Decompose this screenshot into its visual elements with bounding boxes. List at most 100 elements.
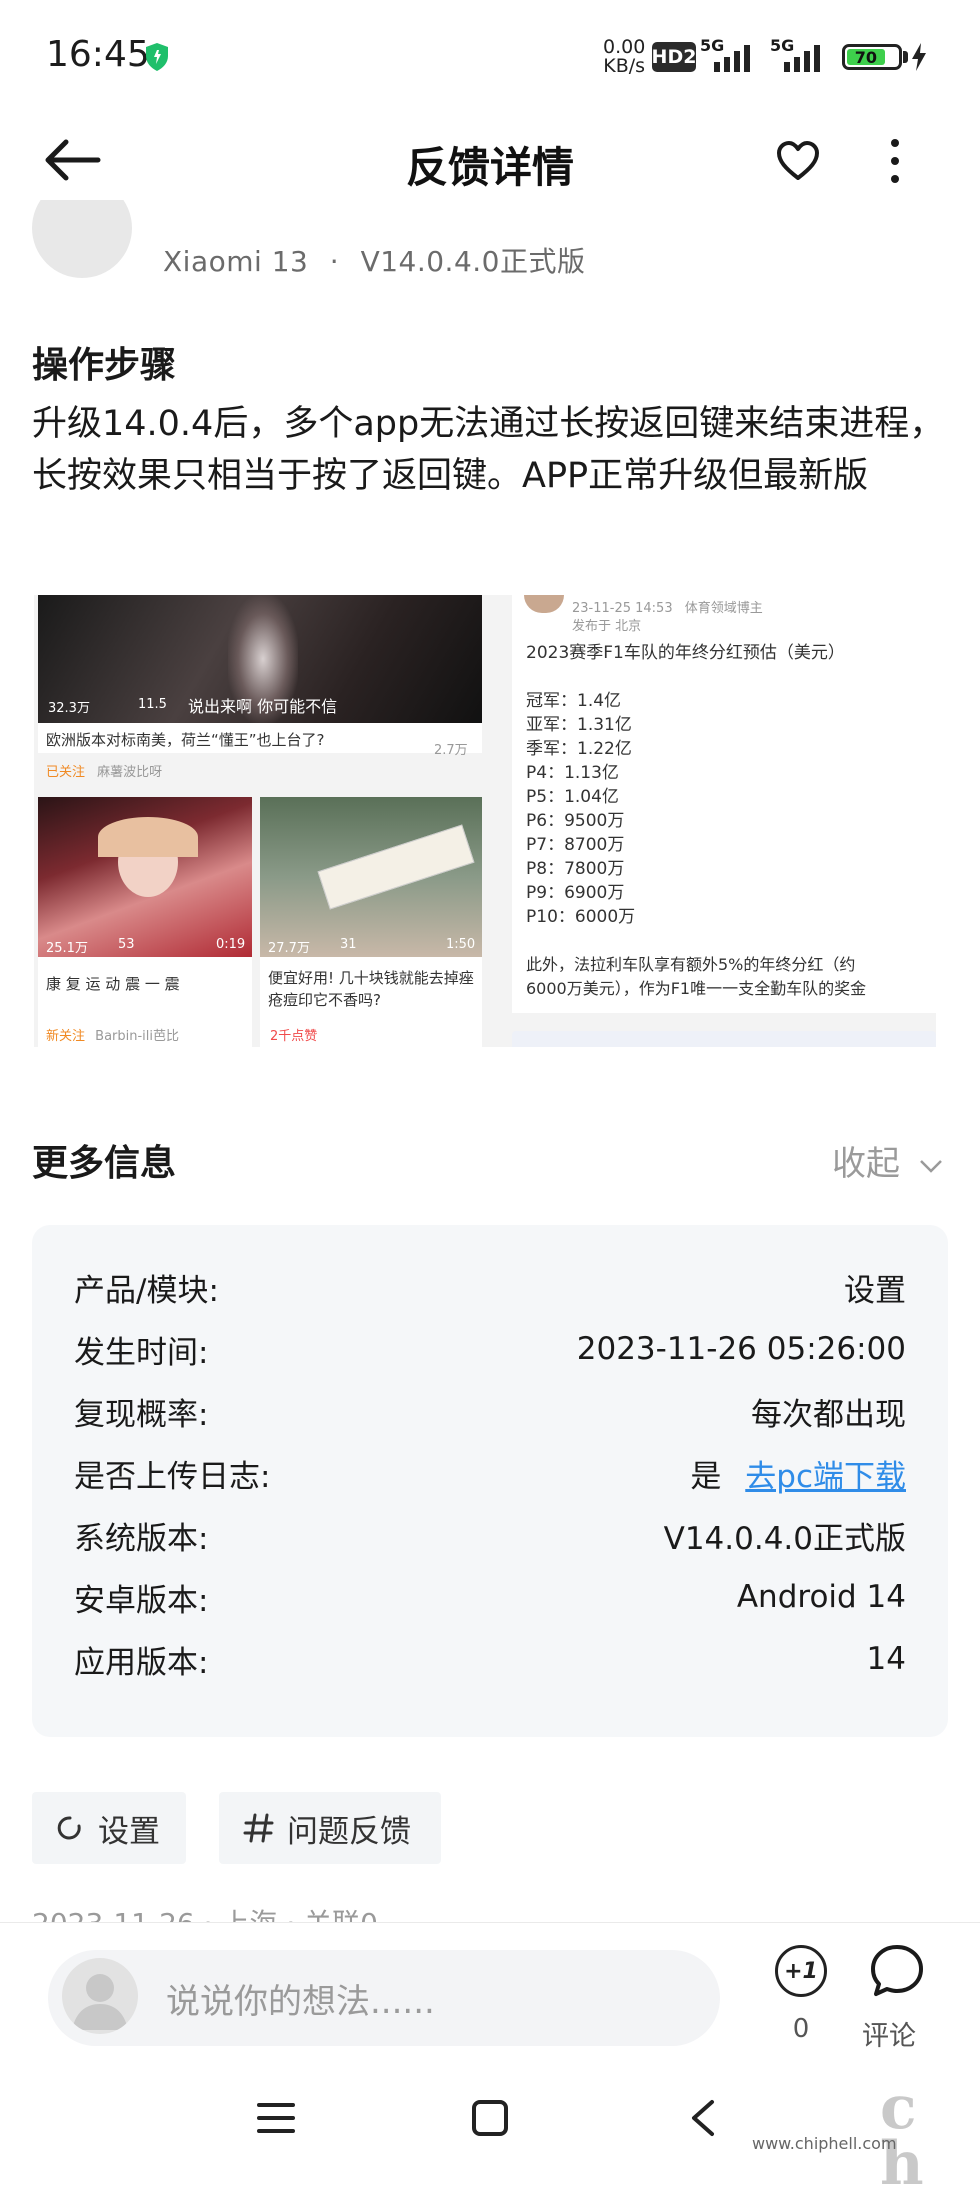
user-avatar — [62, 1958, 138, 2034]
battery-level: 70 — [847, 48, 885, 67]
video1-views: 32.3万 — [48, 701, 90, 716]
hd-badge: HD2 — [652, 42, 696, 72]
info-value: 14 — [866, 1641, 906, 1677]
video-thumbnail-3: 27.7万 31 1:50 — [260, 797, 482, 957]
rank-item: P10：6000万 — [526, 907, 636, 927]
comment-placeholder[interactable]: 说说你的想法...... — [166, 1974, 435, 2023]
collapse-label: 收起 — [832, 1144, 900, 1184]
video1-title: 欧洲版本对标南美，荷兰“懂王”也上台了? — [46, 731, 325, 749]
post-location: 发布于 北京 — [572, 619, 642, 634]
net-speed: 0.00 KB/s — [603, 38, 645, 76]
log-uploaded-value: 是 — [690, 1458, 722, 1495]
video-thumbnail-1: 说出来啊 你可能不信 32.3万 11.5 — [38, 595, 482, 723]
tag-label: 设置 — [98, 1813, 160, 1850]
tag-feedback[interactable]: 问题反馈 — [219, 1792, 441, 1864]
video-overlay-text: 说出来啊 你可能不信 — [188, 697, 338, 716]
separator-dot: · — [329, 245, 340, 278]
video2-views: 25.1万 — [46, 941, 88, 956]
rank-item: P9：6900万 — [526, 883, 625, 903]
rank-item: 冠军：1.4亿 — [526, 691, 622, 711]
plus-one-count: 0 — [792, 2014, 810, 2044]
more-vertical-icon[interactable] — [882, 136, 908, 186]
video-card-2: 25.1万 53 0:19 康 复 运 动 震 一 震 新关注 Barbin-i… — [38, 797, 252, 1047]
rank-item: 亚军：1.31亿 — [526, 715, 632, 735]
post-footer-1: 此外，法拉利车队享有额外5%的年终分红（约 — [526, 955, 856, 974]
rank-item: P5：1.04亿 — [526, 787, 619, 807]
info-row-system-version: 系统版本: V14.0.4.0正式版 — [74, 1513, 906, 1557]
video-thumbnail-2: 25.1万 53 0:19 — [38, 797, 252, 957]
video2-author: Barbin-ili芭比 — [95, 1029, 180, 1044]
device-info: Xiaomi 13 · V14.0.4.0正式版 — [163, 240, 586, 280]
heart-icon[interactable] — [775, 140, 821, 182]
post-card: 23-11-25 14:53 体育领域博主 发布于 北京 2023赛季F1车队的… — [512, 595, 936, 1013]
rank-item: P8：7800万 — [526, 859, 625, 879]
device-version: V14.0.4.0正式版 — [360, 245, 586, 278]
download-log-link[interactable]: 去pc端下载 — [745, 1459, 906, 1495]
comment-label[interactable]: 评论 — [862, 2014, 916, 2053]
info-value: 是 去pc端下载 — [690, 1451, 906, 1496]
plus-one-button[interactable]: +1 — [775, 1945, 827, 1997]
video2-meta: 新关注 Barbin-ili芭比 — [46, 1025, 179, 1044]
post-footer-2: 6000万美元），作为F1唯一一支全勤车队的奖金 — [526, 979, 867, 998]
settings-icon — [57, 1816, 81, 1840]
info-row-product: 产品/模块: 设置 — [74, 1265, 906, 1309]
comment-icon[interactable] — [868, 1942, 926, 2000]
info-label: 系统版本: — [74, 1520, 209, 1557]
info-label: 复现概率: — [74, 1396, 209, 1433]
info-value: Android 14 — [736, 1579, 906, 1615]
battery-icon: 70 — [842, 44, 902, 70]
info-value: V14.0.4.0正式版 — [663, 1520, 906, 1557]
video2-title: 康 复 运 动 震 一 震 — [46, 975, 180, 993]
post-title: 2023赛季F1车队的年终分红预估（美元） — [526, 643, 845, 663]
info-row-log: 是否上传日志: 是 去pc端下载 — [74, 1451, 906, 1495]
rank-item: P4：1.13亿 — [526, 763, 619, 783]
info-label: 产品/模块: — [74, 1272, 219, 1309]
watermark-url: www.chiphell.com — [752, 2134, 897, 2153]
video1-danmaku: 11.5 — [138, 697, 167, 712]
user-avatar-icon — [72, 1974, 128, 2030]
post-time: 23-11-25 14:53 — [572, 601, 673, 616]
hash-icon — [243, 1813, 274, 1843]
video3-duration: 1:50 — [446, 937, 476, 952]
home-nav-icon[interactable] — [470, 2098, 510, 2138]
video2-danmaku: 53 — [118, 937, 135, 952]
post-ranks: 冠军：1.4亿 亚军：1.31亿 季军：1.22亿 P4：1.13亿 P5：1.… — [526, 689, 635, 929]
video1-author: 麻薯波比呀 — [97, 765, 163, 780]
chevron-down-icon — [919, 1159, 942, 1173]
signal-bars-2-icon — [784, 45, 820, 72]
video1-likes: 2.7万 — [434, 743, 468, 758]
video2-duration: 0:19 — [216, 937, 246, 952]
info-card: 产品/模块: 设置 发生时间: 2023-11-26 05:26:00 复现概率… — [32, 1225, 948, 1737]
info-row-time: 发生时间: 2023-11-26 05:26:00 — [74, 1327, 906, 1371]
back-nav-icon[interactable] — [688, 2098, 718, 2138]
next-post-card — [512, 1031, 936, 1047]
menu-nav-icon[interactable] — [256, 2100, 296, 2136]
video3-views: 27.7万 — [268, 941, 310, 956]
post-role: 体育领域博主 — [684, 601, 763, 616]
tag-settings[interactable]: 设置 — [32, 1792, 186, 1864]
battery-tip — [903, 51, 908, 63]
collapse-toggle[interactable]: 收起 — [832, 1136, 943, 1185]
info-row-frequency: 复现概率: 每次都出现 — [74, 1389, 906, 1433]
info-label: 发生时间: — [74, 1334, 209, 1371]
net-speed-unit: KB/s — [603, 55, 646, 77]
rank-item: P7：8700万 — [526, 835, 625, 855]
info-label: 应用版本: — [74, 1644, 209, 1681]
steps-body: 升级14.0.4后，多个app无法通过长按返回键来结束进程，长按效果只相当于按了… — [32, 404, 945, 496]
post-avatar — [524, 595, 564, 613]
attached-screenshot[interactable]: 说出来啊 你可能不信 32.3万 11.5 欧洲版本对标南美，荷兰“懂王”也上台… — [34, 595, 936, 1047]
avatar[interactable] — [32, 200, 132, 278]
device-model: Xiaomi 13 — [163, 245, 309, 278]
info-label: 安卓版本: — [74, 1582, 209, 1619]
rank-item: P6：9500万 — [526, 811, 625, 831]
info-label: 是否上传日志: — [74, 1458, 271, 1495]
info-value: 2023-11-26 05:26:00 — [576, 1331, 906, 1367]
video2-follow: 新关注 — [46, 1029, 86, 1044]
info-value: 每次都出现 — [751, 1396, 906, 1433]
page-title: 反馈详情 — [405, 143, 574, 192]
video3-badge: 2千点赞 — [270, 1029, 318, 1044]
signal-bars-icon — [714, 45, 750, 72]
video-card-1: 说出来啊 你可能不信 32.3万 11.5 欧洲版本对标南美，荷兰“懂王”也上台… — [38, 595, 482, 753]
security-shield-icon — [146, 43, 168, 71]
video3-title: 便宜好用! 几十块钱就能去掉痤疮痘印它不香吗? — [268, 969, 474, 1009]
